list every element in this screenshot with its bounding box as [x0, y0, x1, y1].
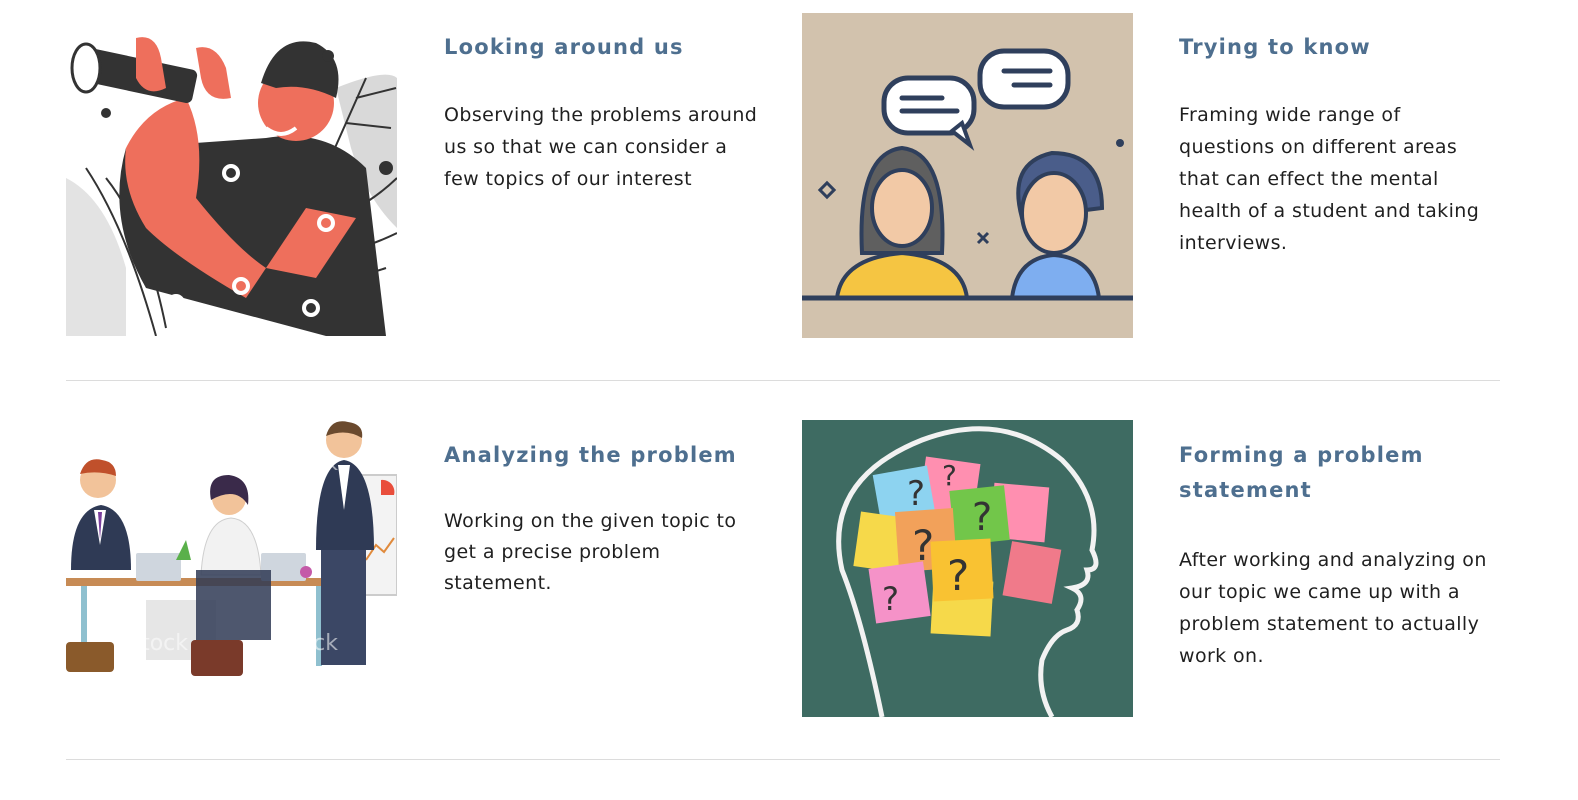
svg-text:?: ? [947, 551, 969, 600]
office-team-illustration: iStock iStock iStock iStock [66, 420, 397, 678]
row-divider [66, 759, 1500, 760]
svg-text:?: ? [907, 474, 925, 514]
interview-chat-illustration [802, 13, 1133, 338]
step-title: Analyzing the problem [444, 443, 737, 467]
step-description: Observing the problems around us so that… [444, 104, 758, 190]
svg-text:?: ? [942, 459, 957, 492]
binoculars-person-illustration [66, 28, 397, 336]
step-description: Working on the given topic to get a prec… [444, 510, 737, 594]
step-title: Looking around us [444, 35, 684, 59]
step-title: Trying to know [1179, 35, 1371, 59]
svg-text:?: ? [882, 580, 899, 618]
step-description: Framing wide range of questions on diffe… [1179, 104, 1480, 254]
watermark-text: iStock [271, 631, 338, 656]
watermark-text: iStock [271, 451, 338, 476]
head-question-notes-illustration: ? ? ? ? ? ? [802, 420, 1133, 717]
watermark-text: iStock [121, 451, 188, 476]
svg-text:?: ? [912, 521, 934, 570]
row-divider [66, 380, 1500, 381]
svg-text:?: ? [972, 495, 992, 539]
step-title: Forming a problem statement [1179, 443, 1424, 502]
watermark-text: iStock [121, 631, 188, 656]
step-description: After working and analyzing on our topic… [1179, 549, 1487, 667]
